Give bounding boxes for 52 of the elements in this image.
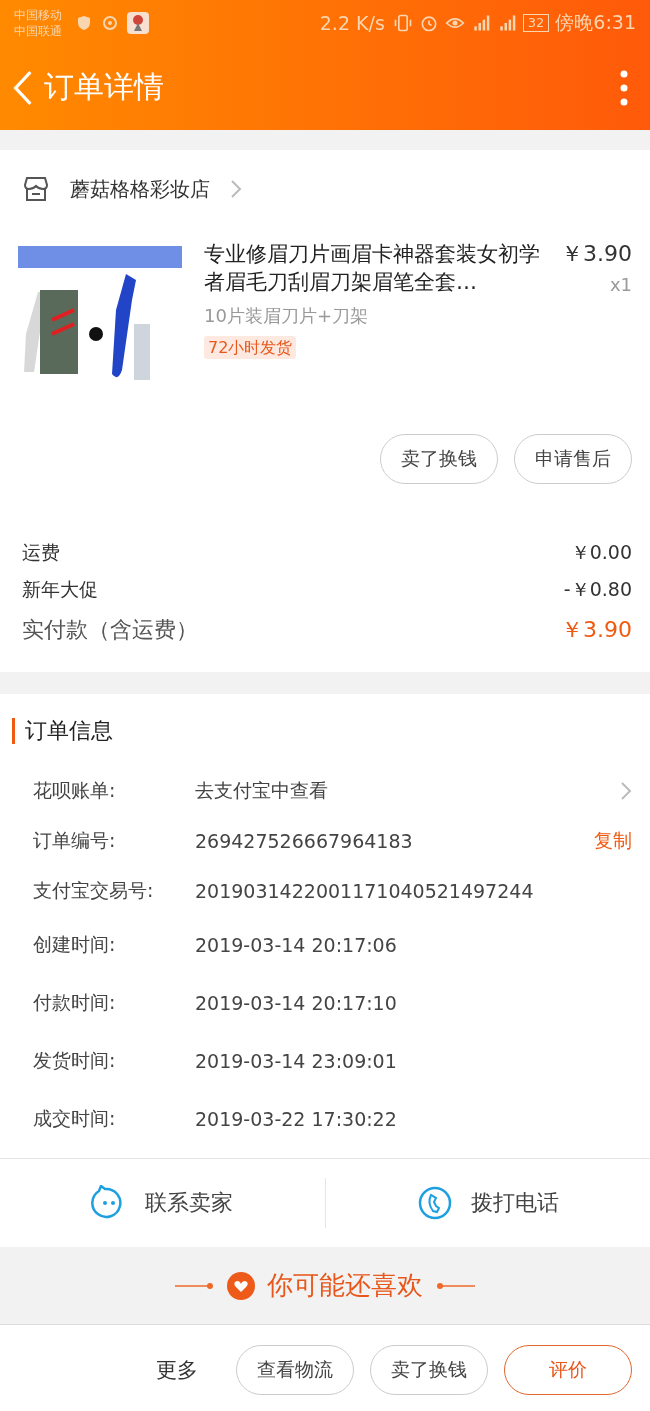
fee-value: ￥0.00 [570,540,632,565]
battery-level: 32 [522,13,550,32]
shop-icon [22,176,50,202]
clock-time: 傍晚6:31 [555,9,636,35]
fee-value: ￥3.90 [561,616,632,644]
back-icon[interactable] [12,68,34,107]
arrow-line-icon [175,1281,215,1290]
more-icon[interactable] [620,69,628,106]
more-button[interactable]: 更多 [156,1356,198,1384]
info-value: 2019031422001171040521497244 [195,880,535,902]
info-label: 付款时间: [33,990,117,1015]
info-label: 花呗账单: [33,778,117,803]
fee-label: 运费 [22,540,60,565]
fee-label: 新年大促 [22,577,98,602]
product-title[interactable]: 专业修眉刀片画眉卡神器套装女初学者眉毛刀刮眉刀架眉笔全套… [204,240,544,296]
info-value: 269427526667964183 [195,830,414,852]
fee-label: 实付款（含运费） [22,616,198,644]
vibrate-icon [392,12,413,33]
info-value: 2019-03-22 17:30:22 [195,1108,398,1130]
info-value[interactable]: 去支付宝中查看 [195,778,620,804]
info-label: 创建时间: [33,932,117,957]
action-button[interactable]: 卖了换钱 [370,1345,488,1395]
map-pin-icon [126,10,150,35]
section-title: 订单信息 [12,718,632,744]
recommend-title: 你可能还喜欢 [267,1269,423,1302]
action-button[interactable]: 评价 [504,1345,632,1395]
carrier-name: 中国移动 [14,6,62,23]
info-value: 2019-03-14 20:17:06 [195,934,398,956]
phone-icon [416,1185,453,1221]
shipping-tag: 72小时发货 [204,336,297,359]
carrier-name: 中国联通 [14,22,62,39]
info-value: 2019-03-14 20:17:10 [195,992,398,1014]
shop-name[interactable]: 蘑菇格格彩妆店 [70,175,210,203]
call-button[interactable]: 拨打电话 [325,1159,650,1247]
arrow-line-icon [435,1281,475,1290]
info-label: 支付宝交易号: [33,878,155,903]
action-button[interactable]: 查看物流 [236,1345,354,1395]
chevron-icon[interactable] [620,781,632,801]
chevron-icon[interactable] [230,179,242,199]
info-value: 2019-03-14 23:09:01 [195,1050,398,1072]
fee-value: -￥0.80 [563,577,632,602]
product-variant: 10片装眉刀片+刀架 [204,304,369,328]
product-quantity: x1 [608,274,632,295]
action-button[interactable]: 卖了换钱 [380,434,498,484]
network-speed: 2.2 K/s [319,11,385,34]
contact-seller-button[interactable]: 联系卖家 [0,1159,325,1247]
product-price: ￥3.90 [560,240,632,268]
info-label: 发货时间: [33,1048,117,1073]
info-label: 订单编号: [33,828,117,853]
page-title: 订单详情 [44,68,164,106]
action-button[interactable]: 申请售后 [514,434,632,484]
info-label: 成交时间: [33,1106,117,1131]
